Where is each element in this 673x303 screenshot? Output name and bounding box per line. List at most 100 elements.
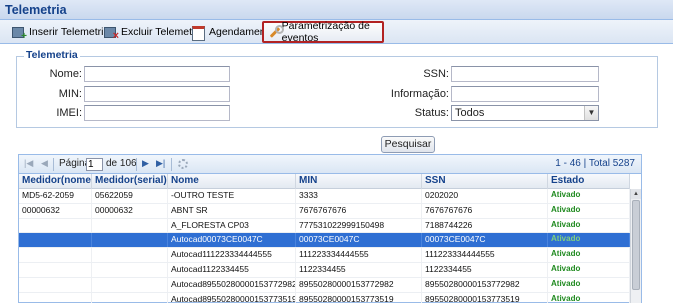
cell-name: Autocad89550280000153772982 — [168, 277, 296, 292]
cell-min: 89550280000153772982 — [296, 277, 422, 292]
name-input[interactable] — [84, 66, 230, 82]
status-label: Status: — [414, 107, 449, 119]
cell-ssn: 7188744226 — [422, 218, 548, 233]
wrench-icon — [267, 25, 284, 39]
pager-toolbar: |◀ ◀ Página de 106 ▶ ▶| 1 - 46 | Total 5… — [19, 155, 641, 174]
cell-meter-name — [19, 277, 92, 292]
info-input[interactable] — [451, 86, 599, 102]
delete-device-icon — [103, 25, 119, 42]
column-header-ssn[interactable]: SSN — [422, 174, 548, 189]
info-label: Informação: — [390, 88, 449, 100]
chevron-down-icon[interactable]: ▼ — [584, 106, 598, 120]
table-row[interactable]: 00000632 00000632 ABNT SR 7676767676 767… — [19, 203, 630, 219]
table-row[interactable]: Autocad89550280000153772982 895502800001… — [19, 277, 630, 293]
cell-status: Ativado — [548, 189, 630, 203]
cell-meter-serial: 00000632 — [92, 203, 168, 218]
calendar-icon — [191, 25, 205, 41]
cell-ssn: 111223334444555 — [422, 248, 548, 263]
cell-min: 111223334444555 — [296, 248, 422, 263]
cell-min: 777531022999150498 — [296, 218, 422, 233]
min-label: MIN: — [58, 88, 82, 100]
column-header-meter-serial[interactable]: Medidor(serial) — [92, 174, 168, 189]
toolbar: Inserir Telemetria Excluir Telemetria Ag… — [0, 20, 673, 44]
cell-meter-name — [19, 262, 92, 277]
column-header-meter-name[interactable]: Medidor(nome) — [19, 174, 92, 189]
pager-info: 1 - 46 | Total 5287 — [555, 158, 635, 169]
cell-meter-name — [19, 233, 92, 248]
telemetry-grid: |◀ ◀ Página de 106 ▶ ▶| 1 - 46 | Total 5… — [18, 154, 642, 303]
cell-status: Ativado — [548, 248, 630, 263]
refresh-icon[interactable] — [178, 159, 188, 169]
cell-ssn: 1122334455 — [422, 262, 548, 277]
pager-separator — [171, 158, 172, 171]
cell-min: 1122334455 — [296, 262, 422, 277]
table-row[interactable]: A_FLORESTA CP03 777531022999150498 71887… — [19, 218, 630, 234]
cell-name: Autocad89550280000153773519 — [168, 292, 296, 303]
table-row[interactable]: Autocad89550280000153773519 895502800001… — [19, 292, 630, 303]
cell-name: ABNT SR — [168, 203, 296, 218]
page-input[interactable] — [86, 158, 103, 171]
cell-ssn: 7676767676 — [422, 203, 548, 218]
cell-meter-serial — [92, 248, 168, 263]
cell-status: Ativado — [548, 233, 630, 248]
event-parameters-button[interactable]: Parametrização de eventos — [262, 20, 384, 44]
cell-status: Ativado — [548, 203, 630, 218]
scroll-up-icon[interactable]: ▲ — [631, 189, 641, 199]
next-page-icon[interactable]: ▶ — [142, 158, 149, 169]
cell-ssn: 0202020 — [422, 189, 548, 203]
imei-input[interactable] — [84, 105, 230, 121]
last-page-icon[interactable]: ▶| — [156, 158, 165, 169]
cell-meter-serial: 05622059 — [92, 189, 168, 203]
cell-name: Autocad1122334455 — [168, 262, 296, 277]
insert-telemetry-label: Inserir Telemetria — [29, 26, 110, 38]
cell-name: Autocad00073CE0047C — [168, 233, 296, 248]
table-row-selected[interactable]: Autocad00073CE0047C 00073CE0047C 00073CE… — [19, 233, 630, 249]
scrollbar-thumb[interactable] — [632, 200, 640, 290]
table-row[interactable]: Autocad1122334455 1122334455 1122334455 … — [19, 262, 630, 278]
pager-separator — [136, 158, 137, 171]
cell-ssn: 00073CE0047C — [422, 233, 548, 248]
cell-status: Ativado — [548, 292, 630, 303]
min-input[interactable] — [84, 86, 230, 102]
cell-meter-serial — [92, 233, 168, 248]
cell-meter-name — [19, 218, 92, 233]
event-parameters-label: Parametrização de eventos — [281, 20, 370, 44]
imei-label: IMEI: — [56, 107, 82, 119]
cell-meter-serial — [92, 218, 168, 233]
cell-meter-name — [19, 248, 92, 263]
grid-header: Medidor(nome) Medidor(serial) Nome MIN S… — [19, 174, 630, 189]
cell-status: Ativado — [548, 262, 630, 277]
first-page-icon[interactable]: |◀ — [24, 158, 33, 169]
table-row[interactable]: MD5-62-2059 05622059 -OUTRO TESTE 3333 0… — [19, 189, 630, 204]
search-button[interactable]: Pesquisar — [381, 136, 435, 153]
pager-separator — [53, 158, 54, 171]
cell-meter-name — [19, 292, 92, 303]
status-select-value: Todos — [455, 107, 485, 119]
cell-name: Autocad111223334444555 — [168, 248, 296, 263]
column-header-name[interactable]: Nome — [168, 174, 296, 189]
status-select[interactable]: Todos ▼ — [451, 105, 599, 121]
cell-meter-serial — [92, 277, 168, 292]
cell-name: A_FLORESTA CP03 — [168, 218, 296, 233]
cell-min: 3333 — [296, 189, 422, 203]
cell-min: 7676767676 — [296, 203, 422, 218]
page-count-label: de 106 — [106, 158, 137, 169]
add-device-icon — [11, 25, 27, 42]
table-row[interactable]: Autocad111223334444555 111223334444555 1… — [19, 248, 630, 263]
cell-min: 89550280000153773519 — [296, 292, 422, 303]
cell-meter-serial — [92, 262, 168, 277]
filter-legend: Telemetria — [24, 49, 80, 61]
cell-meter-name: 00000632 — [19, 203, 92, 218]
column-header-status[interactable]: Estado — [548, 174, 630, 189]
column-header-min[interactable]: MIN — [296, 174, 422, 189]
prev-page-icon[interactable]: ◀ — [41, 158, 48, 169]
name-label: Nome: — [49, 68, 82, 80]
insert-telemetry-button[interactable]: Inserir Telemetria — [8, 22, 112, 42]
cell-status: Ativado — [548, 277, 630, 292]
cell-status: Ativado — [548, 218, 630, 233]
cell-ssn: 89550280000153772982 — [422, 277, 548, 292]
vertical-scrollbar[interactable]: ▲ — [630, 189, 641, 303]
cell-ssn: 89550280000153773519 — [422, 292, 548, 303]
ssn-label: SSN: — [423, 68, 449, 80]
ssn-input[interactable] — [451, 66, 599, 82]
